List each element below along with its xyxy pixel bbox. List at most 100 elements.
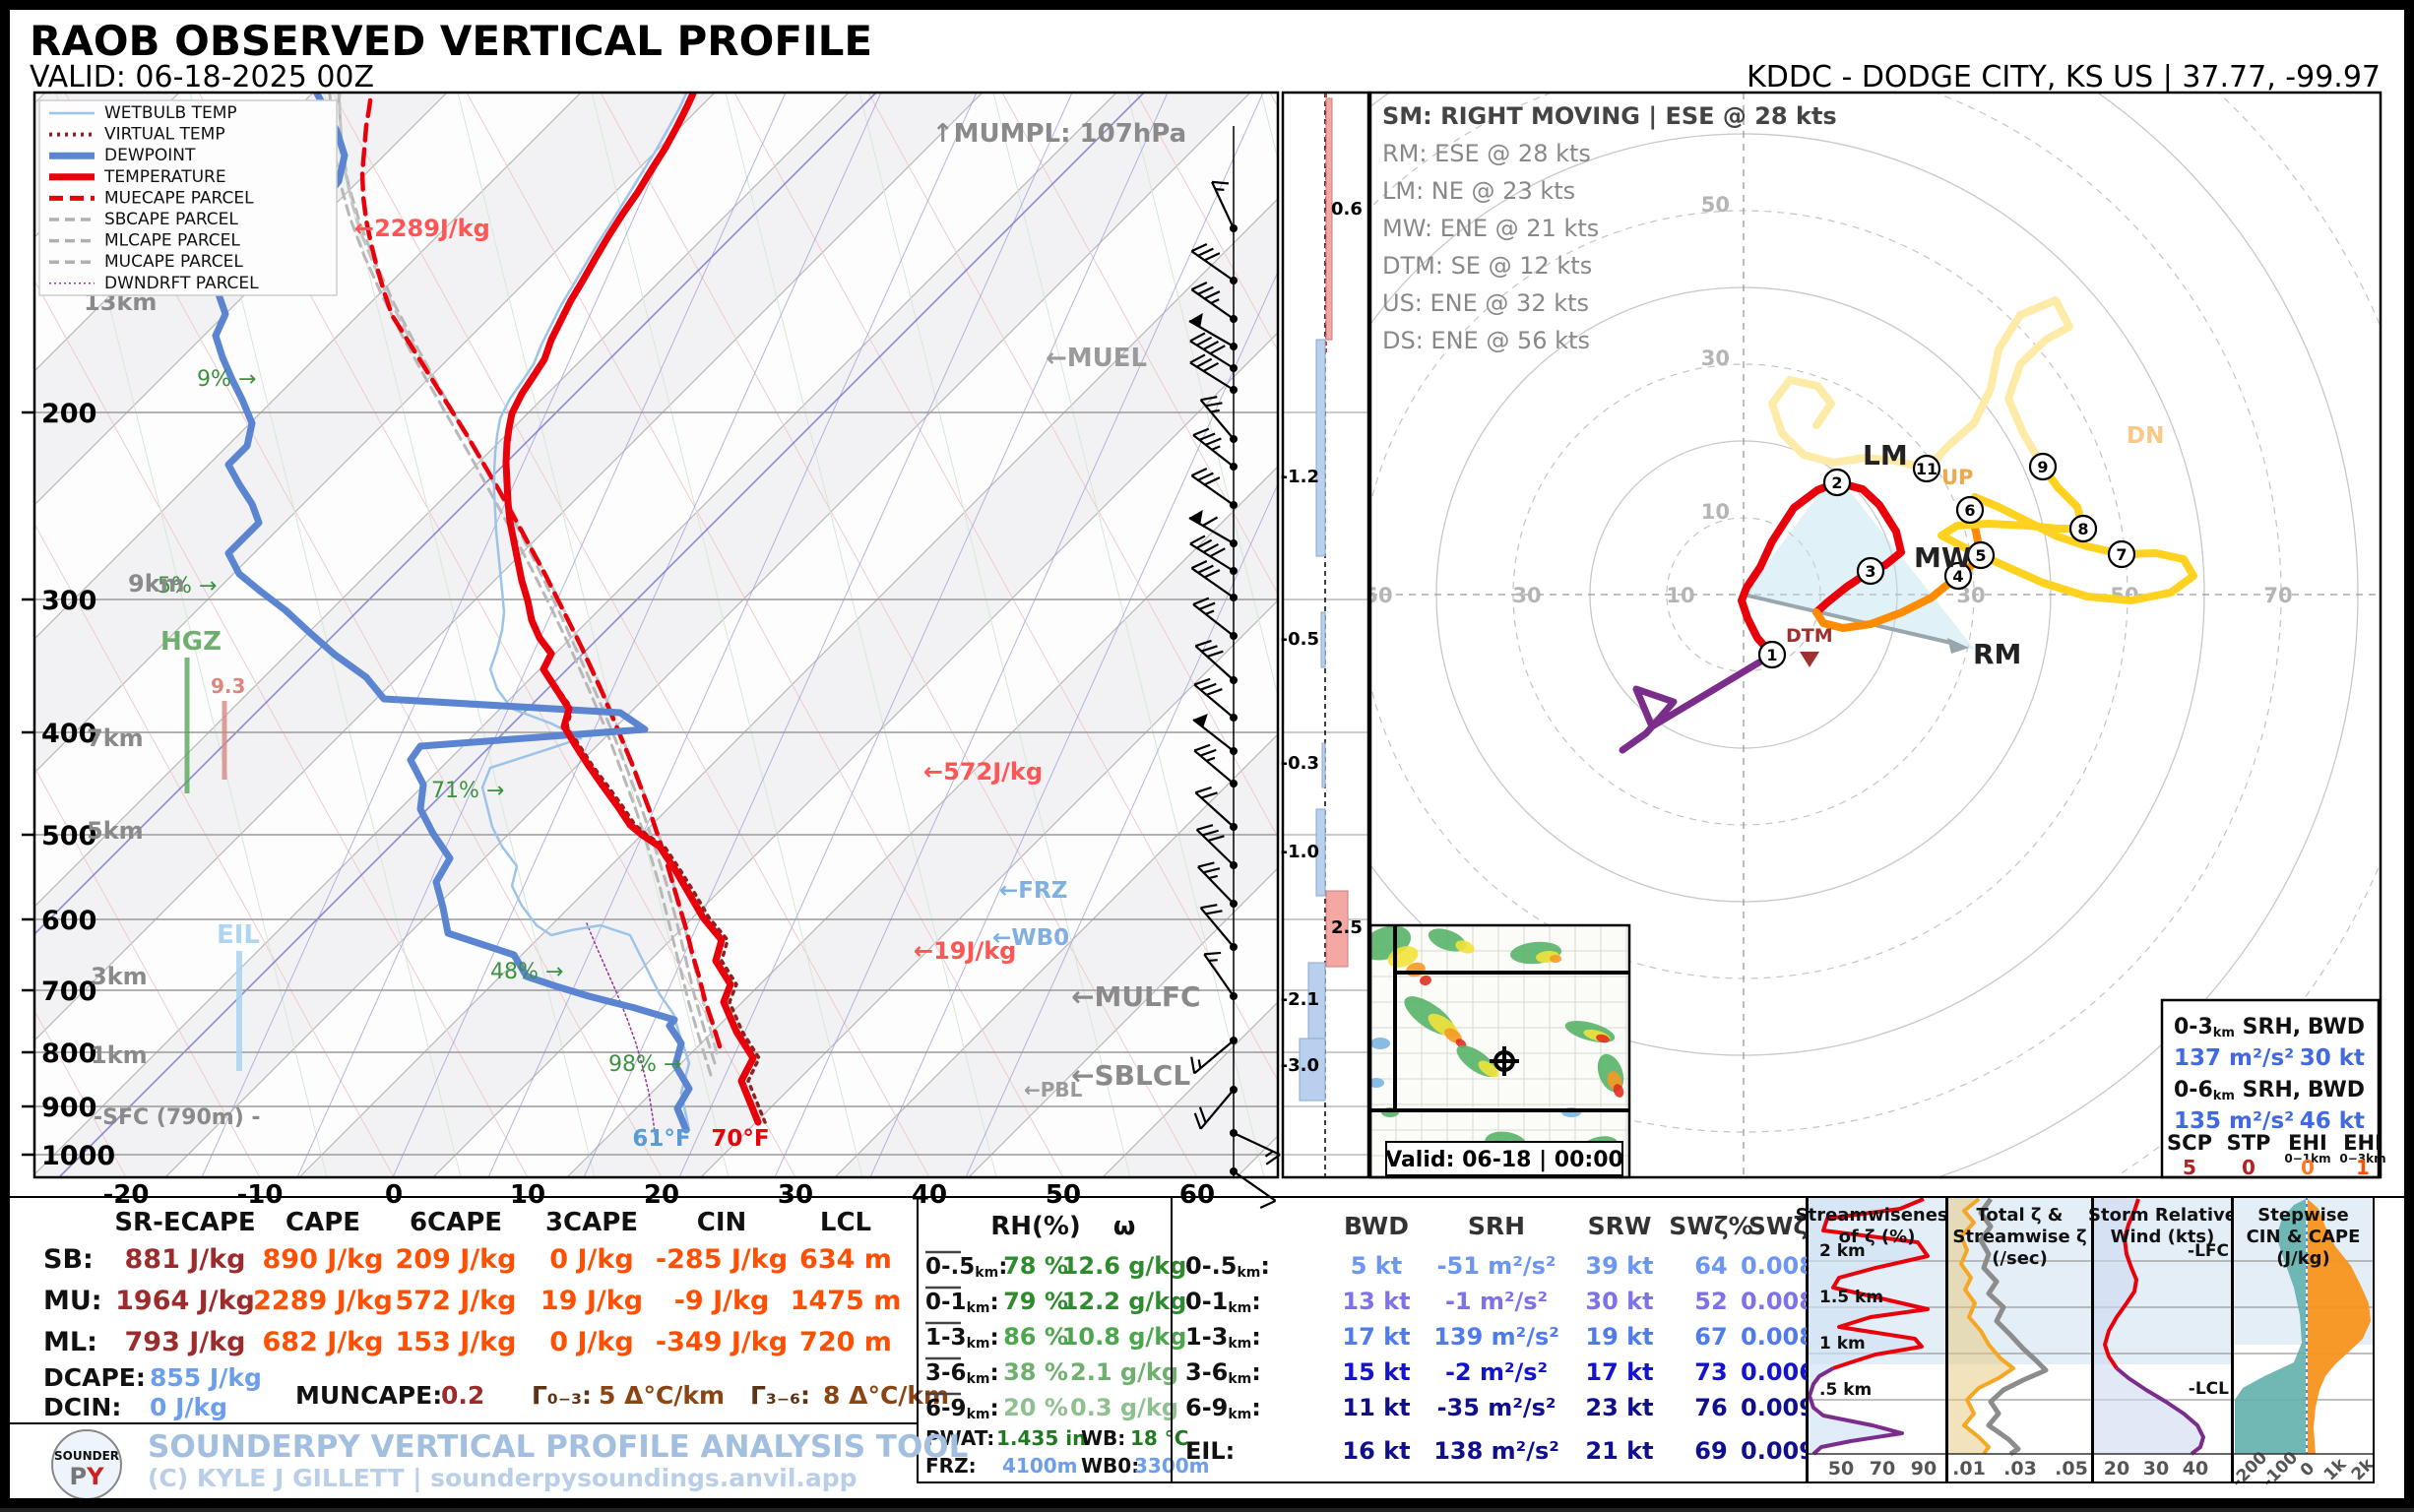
shear-value: -1 m²/s²	[1445, 1288, 1548, 1315]
shear-value: 17 kt	[1342, 1323, 1410, 1351]
lapse-label: Γ₀₋₃:	[532, 1381, 592, 1410]
legend-label: MUCAPE PARCEL	[104, 252, 243, 272]
shear-value: 19 kt	[1585, 1323, 1653, 1351]
skewt-annotation: ←MULFC	[1071, 980, 1201, 1013]
shear-value: 67	[1694, 1323, 1727, 1351]
composite-value: 5	[2183, 1156, 2196, 1179]
legend-label: DEWPOINT	[104, 146, 196, 165]
thermo-header: CAPE	[286, 1208, 360, 1237]
panel-level-mark: -LFC	[2188, 1241, 2229, 1261]
skewt-annotation: 71% →	[431, 779, 504, 803]
thermo-value: 793 J/kg	[125, 1327, 246, 1357]
composite-value: 1	[2356, 1156, 2370, 1179]
radar-echo	[1550, 955, 1561, 963]
shear-value: 13 kt	[1342, 1288, 1410, 1315]
shear-value: 21 kt	[1585, 1437, 1653, 1465]
panel-x-label: 50	[1828, 1458, 1854, 1480]
shear-value: -2 m²/s²	[1445, 1358, 1548, 1386]
mixing-value: 10.8 g/kg	[1062, 1323, 1187, 1351]
thermo-header: LCL	[820, 1208, 871, 1237]
omega-value: -2.1	[1281, 989, 1319, 1010]
rh-value: 20 %	[1003, 1394, 1068, 1421]
height-label: 3km	[91, 963, 148, 990]
skewt-annotation: 9% →	[197, 367, 256, 392]
skewt-annotation: 9.3	[211, 674, 245, 698]
composite-header: STP	[2227, 1131, 2271, 1155]
temp-axis-label: -20	[103, 1180, 150, 1210]
skewt-annotation: ←MUEL	[1046, 344, 1147, 373]
thermo-value: 2289 J/kg	[253, 1286, 393, 1316]
thermo-value: 890 J/kg	[263, 1244, 384, 1275]
muncape-value: 0.2	[441, 1381, 484, 1410]
storm-motion-info: DS: ENE @ 56 kts	[1382, 327, 1590, 354]
omega-bar	[1316, 340, 1325, 556]
ring-label: 10	[1666, 584, 1694, 607]
temp-axis-label: 30	[778, 1180, 813, 1210]
layer-label: 0-1km:	[925, 1290, 999, 1316]
shear-value: 39 kt	[1585, 1252, 1653, 1280]
barb-full	[1204, 953, 1221, 954]
page-title: RAOB OBSERVED VERTICAL PROFILE	[30, 17, 872, 65]
skewt-annotation: ←2289J/kg	[354, 215, 490, 242]
ring-label: 30	[1512, 584, 1541, 607]
barb-half	[1209, 960, 1218, 961]
composite-header: SCP	[2167, 1131, 2212, 1155]
thermo-value: 0 J/kg	[549, 1327, 633, 1357]
wb0-label: WB0:	[1081, 1454, 1139, 1478]
shear-value: 17 kt	[1585, 1358, 1653, 1386]
ring-label: 30	[1701, 346, 1730, 370]
shear-value: 73	[1694, 1358, 1727, 1386]
ring-label: 70	[2263, 584, 2292, 607]
srh-box-label: 0-3km SRH,	[2174, 1015, 2301, 1040]
wb-value: 18 °C	[1130, 1426, 1188, 1450]
layer-label: 0-.5km:	[925, 1254, 1007, 1281]
panel-title: CIN & CAPE	[2247, 1227, 2361, 1247]
storm-motion-info: MW: ENE @ 21 kts	[1382, 215, 1599, 242]
thermo-header: 6CAPE	[410, 1208, 502, 1237]
layer-label: 1-3km:	[925, 1325, 999, 1352]
pwat-value: 1.435 in	[996, 1426, 1086, 1450]
pressure-label: 900	[41, 1093, 96, 1123]
radar-inner	[1357, 919, 1629, 1177]
barb-half	[1211, 410, 1220, 412]
hodo-height-number: 9	[2037, 458, 2048, 476]
temp-axis-label: 0	[385, 1180, 403, 1210]
layer-label: 0-1km:	[1185, 1288, 1261, 1316]
omega-bar	[1321, 612, 1325, 667]
rh-value: 78 %	[1003, 1252, 1068, 1280]
pressure-label: 700	[41, 976, 96, 1007]
omega-value: -3.0	[1281, 1055, 1319, 1076]
storm-motion-info: RM: ESE @ 28 kts	[1382, 140, 1591, 167]
hodo-height-number: 2	[1831, 473, 1842, 492]
bwd-value: 30 kt	[2300, 1045, 2365, 1071]
hodo-marker-label: UP	[1941, 466, 1973, 489]
figure-canvas: RAOB OBSERVED VERTICAL PROFILE VALID: 06…	[0, 0, 2414, 1508]
temp-axis-label: -10	[237, 1180, 284, 1210]
layer-label: 6-9km:	[925, 1396, 999, 1422]
legend-label: WETBULB TEMP	[104, 103, 237, 123]
header: RAOB OBSERVED VERTICAL PROFILE VALID: 06…	[30, 17, 2381, 94]
panel-x-label: .01	[1952, 1458, 1986, 1480]
pressure-label: 200	[41, 399, 96, 429]
panel-title: (J/kg)	[2276, 1248, 2330, 1269]
legend-label: MLCAPE PARCEL	[104, 231, 240, 251]
thermo-value: 0 J/kg	[549, 1244, 633, 1275]
shear-value: 138 m²/s²	[1433, 1437, 1559, 1465]
hodo-marker-label: LM	[1863, 439, 1908, 472]
panel-height-label: 2 km	[1819, 1241, 1866, 1261]
thermo-header: SR-ECAPE	[114, 1208, 255, 1237]
legend-label: SBCAPE PARCEL	[104, 210, 238, 229]
shear-value: 64	[1694, 1252, 1727, 1280]
omega-bar	[1322, 743, 1325, 788]
panel-title: Streamwise ζ	[1952, 1227, 2086, 1247]
skewt-annotation: EIL	[217, 920, 260, 950]
thermo-row-label: ML:	[43, 1327, 97, 1357]
hodo-height-number: 11	[1916, 460, 1938, 478]
panel-x-label: .03	[2003, 1458, 2037, 1480]
shear-value: 30 kt	[1585, 1288, 1653, 1315]
omega-value: 2.5	[1331, 917, 1363, 938]
panel-title: Total ζ &	[1976, 1205, 2063, 1226]
radar-echo	[1370, 1038, 1390, 1049]
rh-header: RH(%)	[990, 1212, 1081, 1241]
thermo-row-label: SB:	[43, 1244, 94, 1275]
